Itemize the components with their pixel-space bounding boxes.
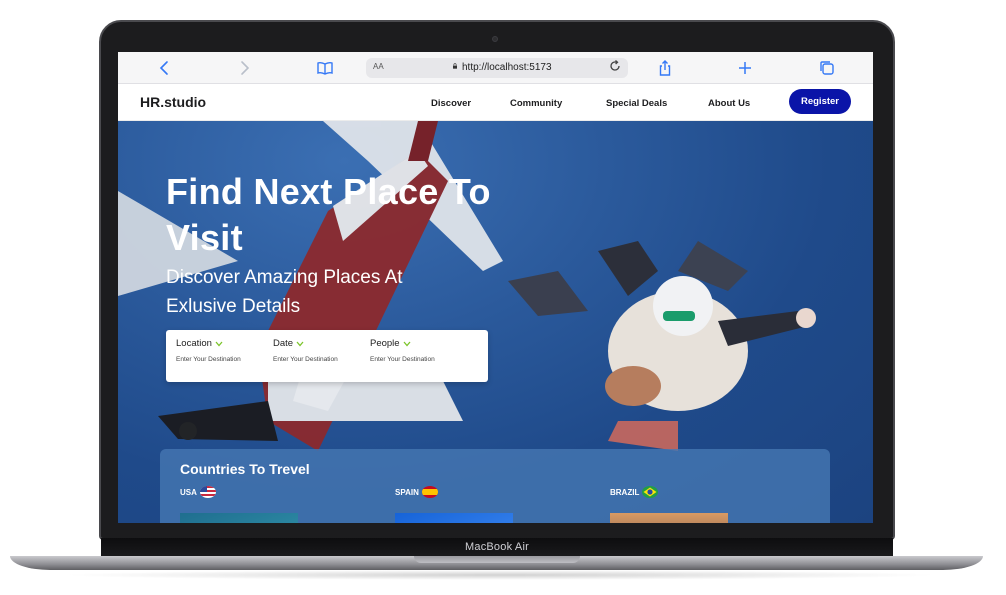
people-label: People <box>370 338 400 349</box>
screen: AA http://localhost:5173 HR.studio Disco… <box>118 52 873 523</box>
country-name: BRAZIL <box>610 487 640 497</box>
device-label: MacBook Air <box>465 541 529 553</box>
countries-section: Countries To Trevel USA SPAIN BRAZIL <box>160 449 830 523</box>
laptop-chin: MacBook Air <box>101 538 893 558</box>
search-panel: Location Enter Your Destination Date Ent… <box>166 330 488 382</box>
us-flag-icon <box>199 486 216 498</box>
back-icon[interactable] <box>156 59 174 77</box>
nav-community[interactable]: Community <box>510 98 562 109</box>
usa-image[interactable] <box>180 513 298 523</box>
hero-subtitle: Discover Amazing Places At Exlusive Deta… <box>166 267 403 317</box>
location-placeholder: Enter Your Destination <box>176 356 241 363</box>
people-field[interactable]: People Enter Your Destination <box>370 338 466 363</box>
spain-image[interactable] <box>395 513 513 523</box>
country-usa[interactable]: USA <box>180 486 216 498</box>
country-name: SPAIN <box>395 487 419 497</box>
nav-about-us[interactable]: About Us <box>708 98 750 109</box>
date-field[interactable]: Date Enter Your Destination <box>273 338 369 363</box>
chevron-down-icon <box>215 341 223 346</box>
reload-icon[interactable] <box>608 59 622 76</box>
browser-toolbar: AA http://localhost:5173 <box>118 52 873 84</box>
location-field[interactable]: Location Enter Your Destination <box>176 338 272 363</box>
skydivers-graphic <box>508 241 816 451</box>
site-logo[interactable]: HR.studio <box>140 94 206 110</box>
site-header: HR.studio Discover Community Special Dea… <box>118 84 873 121</box>
date-label: Date <box>273 338 294 349</box>
text-size-button[interactable]: AA <box>373 62 384 71</box>
hero-section: Find Next Place To Visit Discover Amazin… <box>118 121 873 523</box>
forward-icon[interactable] <box>235 59 253 77</box>
laptop-shadow <box>60 570 940 580</box>
tabs-icon[interactable] <box>818 59 836 77</box>
lock-icon <box>453 63 457 69</box>
register-button[interactable]: Register <box>789 89 851 114</box>
hero-title: Find Next Place To Visit <box>166 171 491 258</box>
people-placeholder: Enter Your Destination <box>370 356 435 363</box>
nav-discover[interactable]: Discover <box>431 98 471 109</box>
country-brazil[interactable]: BRAZIL <box>610 486 659 498</box>
location-label: Location <box>176 338 212 349</box>
laptop-mockup: AA http://localhost:5173 HR.studio Disco… <box>0 0 1006 595</box>
brazil-image[interactable] <box>610 513 728 523</box>
date-placeholder: Enter Your Destination <box>273 356 338 363</box>
url-text: http://localhost:5173 <box>462 62 552 73</box>
nav-special-deals[interactable]: Special Deals <box>606 98 667 109</box>
share-icon[interactable] <box>656 59 674 77</box>
spain-flag-icon <box>421 486 438 498</box>
country-name: USA <box>180 487 197 497</box>
countries-title: Countries To Trevel <box>180 461 310 477</box>
reader-icon[interactable] <box>316 59 334 77</box>
chevron-down-icon <box>403 341 411 346</box>
new-tab-icon[interactable] <box>736 59 754 77</box>
country-spain[interactable]: SPAIN <box>395 486 438 498</box>
chevron-down-icon <box>296 341 304 346</box>
camera-icon <box>492 36 498 42</box>
address-bar[interactable]: AA http://localhost:5173 <box>366 58 628 78</box>
brazil-flag-icon <box>642 486 659 498</box>
laptop-notch <box>414 556 580 563</box>
